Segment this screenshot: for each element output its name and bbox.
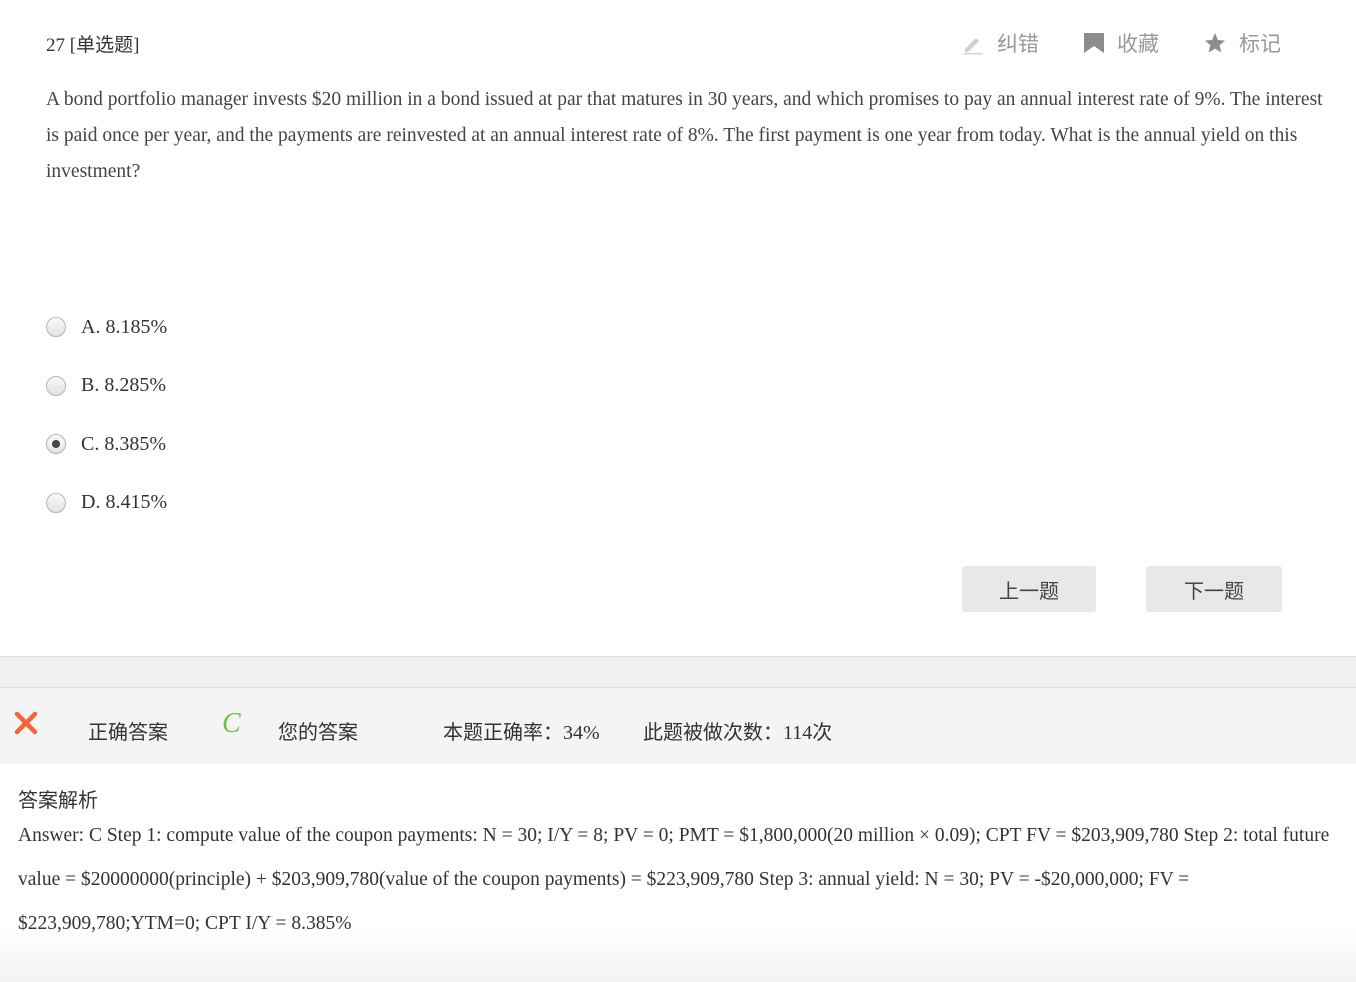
option-a-label: A. 8.185%: [81, 315, 168, 338]
attempt-count: 此题被做次数：114次: [643, 722, 833, 744]
star-icon: [1205, 33, 1225, 53]
mark-label: 标记: [1239, 32, 1281, 56]
option-c-label: C. 8.385%: [81, 432, 166, 455]
answer-analysis: 答案解析 Answer: C Step 1: compute value of …: [0, 764, 1356, 982]
answer-options: A. 8.185% B. 8.285% C. 8.385% D. 8.415%: [46, 298, 167, 532]
option-a[interactable]: A. 8.185%: [46, 298, 167, 357]
option-b-label: B. 8.285%: [81, 374, 166, 397]
correct-error-button[interactable]: 纠错: [961, 28, 1039, 58]
favorite-button[interactable]: 收藏: [1083, 28, 1159, 58]
correct-answer-label: 正确答案: [88, 722, 168, 744]
option-a-radio[interactable]: [46, 317, 66, 338]
accuracy-rate: 本题正确率：34%: [443, 722, 600, 744]
option-b[interactable]: B. 8.285%: [46, 357, 167, 416]
question-text: A bond portfolio manager invests $20 mil…: [46, 89, 1323, 182]
option-d-label: D. 8.415%: [81, 491, 168, 514]
question-panel: 27 [单选题] 纠错 收藏 标记 A bond portfolio manag…: [0, 0, 1356, 656]
correct-error-label: 纠错: [997, 32, 1039, 56]
section-divider: [0, 656, 1356, 688]
option-b-radio[interactable]: [46, 375, 66, 396]
option-c-radio[interactable]: [46, 434, 66, 455]
question-toolbar: 纠错 收藏 标记: [917, 28, 1281, 58]
favorite-label: 收藏: [1117, 32, 1159, 56]
pencil-icon: [964, 38, 983, 55]
correct-answer-value: C: [222, 708, 241, 739]
analysis-text: Answer: C Step 1: compute value of the c…: [18, 825, 1330, 934]
mark-button[interactable]: 标记: [1203, 28, 1281, 58]
prev-question-button[interactable]: 上一题: [962, 566, 1096, 612]
analysis-title: 答案解析: [18, 790, 98, 812]
option-d[interactable]: D. 8.415%: [46, 474, 167, 533]
answer-result-bar: 正确答案 C 您的答案 本题正确率：34% 此题被做次数：114次: [0, 688, 1356, 764]
question-number: 27 [单选题]: [46, 35, 140, 56]
your-answer-label: 您的答案: [278, 722, 358, 744]
option-c[interactable]: C. 8.385%: [46, 415, 167, 474]
next-question-button[interactable]: 下一题: [1146, 566, 1282, 612]
bookmark-icon: [1084, 33, 1104, 53]
cross-icon: [14, 711, 38, 735]
option-d-radio[interactable]: [46, 492, 66, 513]
